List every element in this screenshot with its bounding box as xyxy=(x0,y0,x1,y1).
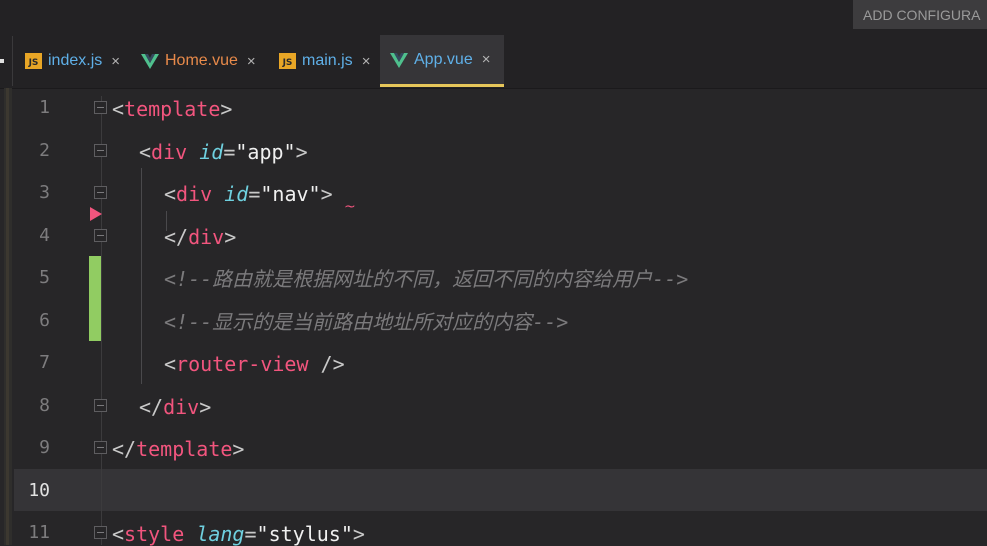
tab-label: App.vue xyxy=(414,50,473,68)
close-icon[interactable]: × xyxy=(247,53,256,70)
tab-label: main.js xyxy=(302,52,353,69)
fold-toggle-icon[interactable] xyxy=(94,186,107,199)
code-line-1: <template> xyxy=(112,97,233,121)
fold-toggle-icon[interactable] xyxy=(94,229,107,242)
close-icon[interactable]: × xyxy=(482,51,491,68)
line-number: 2 xyxy=(39,140,50,161)
tab-home-vue[interactable]: Home.vue × xyxy=(141,35,256,87)
line-number: 4 xyxy=(39,225,50,246)
tab-main-js[interactable]: JS main.js × xyxy=(279,35,370,87)
tab-overflow-indicator xyxy=(0,59,4,63)
line-number: 1 xyxy=(39,97,50,118)
add-configuration-button[interactable]: ADD CONFIGURA xyxy=(853,0,987,29)
code-line-9: </template> xyxy=(112,437,245,461)
tab-label: Home.vue xyxy=(165,52,238,69)
fold-toggle-icon[interactable] xyxy=(94,101,107,114)
top-toolbar xyxy=(0,0,987,34)
line-number-current: 10 xyxy=(28,480,50,501)
code-line-7: <router-view /> xyxy=(164,352,345,376)
line-number: 9 xyxy=(39,437,50,458)
fold-toggle-icon[interactable] xyxy=(94,144,107,157)
js-file-icon: JS xyxy=(279,53,296,69)
line-number: 8 xyxy=(39,395,50,416)
line-number: 5 xyxy=(39,267,50,288)
code-line-2: <div id="app"> xyxy=(139,140,308,164)
code-line-8: </div> xyxy=(139,395,212,419)
fold-toggle-icon[interactable] xyxy=(94,441,107,454)
line-number: 6 xyxy=(39,310,50,331)
tab-app-vue[interactable]: App.vue × xyxy=(380,35,504,87)
breakpoint-arrow-icon[interactable] xyxy=(90,207,102,221)
vue-file-icon xyxy=(141,54,159,69)
line-number: 7 xyxy=(39,352,50,373)
code-line-6-comment: <!--显示的是当前路由地址所对应的内容--> xyxy=(164,310,569,334)
fold-toggle-icon[interactable] xyxy=(94,526,107,539)
indent-guide xyxy=(141,168,142,384)
tab-index-js[interactable]: JS index.js × xyxy=(25,35,120,87)
fold-toggle-icon[interactable] xyxy=(94,399,107,412)
line-number: 11 xyxy=(28,522,50,543)
tab-separator xyxy=(12,36,13,86)
warning-squiggle: ~ xyxy=(344,199,356,215)
fold-gutter-line xyxy=(101,96,102,545)
editor-left-strip xyxy=(4,88,12,545)
close-icon[interactable]: × xyxy=(111,53,120,70)
vue-file-icon xyxy=(390,52,408,68)
code-line-11: <style lang="stylus"> xyxy=(112,522,365,546)
js-file-icon: JS xyxy=(25,53,42,69)
code-line-3: <div id="nav"> xyxy=(164,182,333,206)
line-number: 3 xyxy=(39,182,50,203)
current-line-highlight xyxy=(14,469,987,511)
code-line-4: </div> xyxy=(164,225,237,249)
tab-label: index.js xyxy=(48,52,103,69)
close-icon[interactable]: × xyxy=(362,53,371,70)
code-line-5-comment: <!--路由就是根据网址的不同，返回不同的内容给用户--> xyxy=(164,267,689,291)
vcs-change-marker[interactable] xyxy=(89,256,101,341)
